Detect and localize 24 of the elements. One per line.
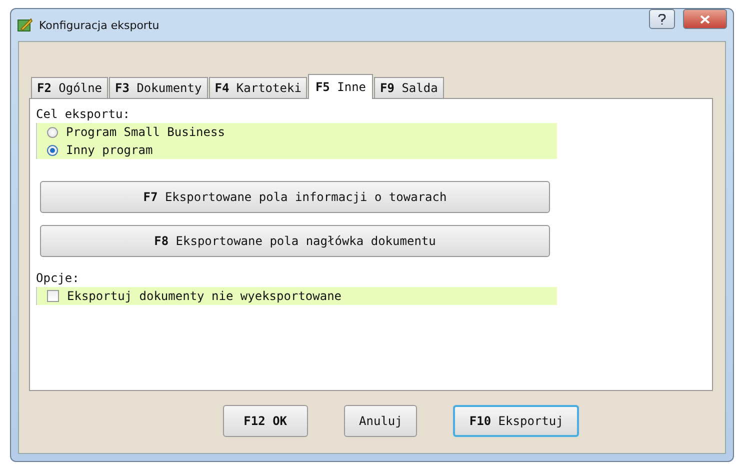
checkbox-label[interactable]: Eksportuj dokumenty nie wyeksportowane (67, 289, 342, 303)
checkbox[interactable] (47, 290, 59, 302)
fields-button[interactable]: F7 Eksportowane pola informacji o towarach (40, 181, 550, 213)
radio-button[interactable] (47, 126, 58, 138)
app-icon (17, 17, 33, 33)
tab[interactable]: F5 Inne (308, 74, 374, 99)
window-title: Konfiguracja eksportu (39, 18, 160, 32)
radio-button[interactable] (47, 144, 58, 156)
dialog-button[interactable]: F12 OK (222, 405, 308, 437)
section-label: Opcje: (36, 271, 80, 285)
close-icon (700, 14, 710, 24)
radio-label[interactable]: Program Small Business (66, 125, 225, 139)
close-button[interactable] (683, 9, 727, 29)
tab[interactable]: F4 Kartoteki (208, 77, 308, 98)
radio-label[interactable]: Inny program (66, 143, 153, 157)
tab[interactable]: F2 Ogólne (31, 77, 108, 98)
help-button[interactable] (649, 9, 675, 29)
dialog-button[interactable]: Anuluj (344, 405, 418, 437)
help-icon (658, 14, 666, 24)
fields-button[interactable]: F8 Eksportowane pola nagłówka dokumentu (40, 225, 550, 257)
dialog-button[interactable]: F10 Eksportuj (453, 405, 580, 437)
tab[interactable]: F9 Salda (374, 77, 444, 98)
tab[interactable]: F3 Dokumenty (109, 77, 208, 98)
section-label: Cel eksportu: (36, 107, 131, 121)
